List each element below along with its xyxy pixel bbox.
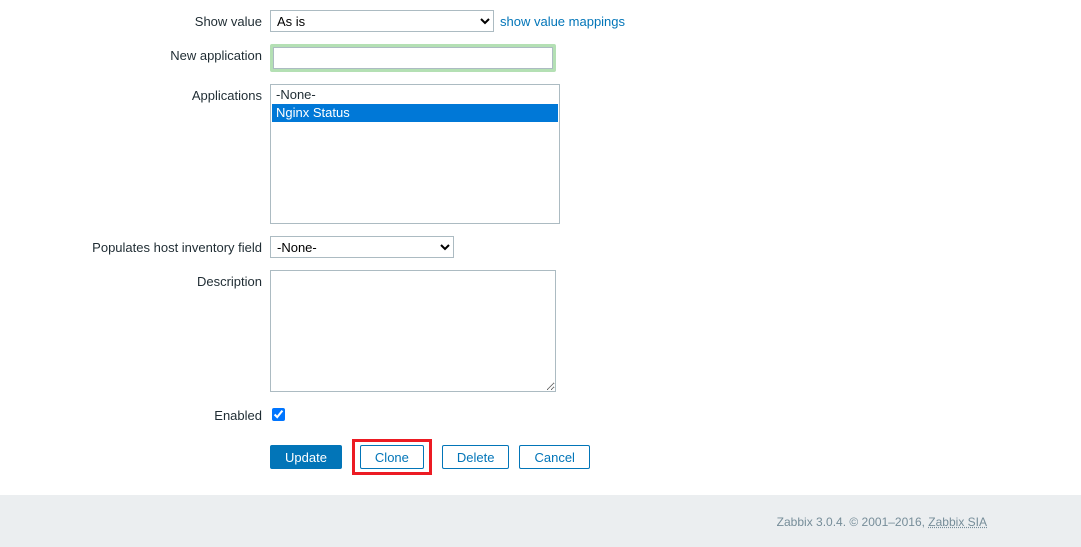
- populates-inventory-select[interactable]: -None-: [270, 236, 454, 258]
- button-row: Update Clone Delete Cancel: [270, 435, 1081, 475]
- row-description: Description: [0, 270, 1081, 392]
- label-description: Description: [0, 270, 270, 289]
- row-applications: Applications -None- Nginx Status: [0, 84, 1081, 224]
- row-enabled: Enabled: [0, 404, 1081, 423]
- description-textarea[interactable]: [270, 270, 556, 392]
- footer: Zabbix 3.0.4. © 2001–2016, Zabbix SIA: [0, 495, 1081, 547]
- form-area: Show value As is show value mappings New…: [0, 0, 1081, 495]
- label-applications: Applications: [0, 84, 270, 103]
- cancel-button[interactable]: Cancel: [519, 445, 589, 469]
- clone-highlight: Clone: [352, 439, 432, 475]
- label-new-application: New application: [0, 44, 270, 63]
- footer-link[interactable]: Zabbix SIA: [928, 515, 987, 529]
- label-populates-inventory: Populates host inventory field: [0, 236, 270, 255]
- list-item[interactable]: -None-: [272, 86, 558, 104]
- clone-button[interactable]: Clone: [360, 445, 424, 469]
- row-show-value: Show value As is show value mappings: [0, 10, 1081, 32]
- row-new-application: New application: [0, 44, 1081, 72]
- show-value-select[interactable]: As is: [270, 10, 494, 32]
- label-show-value: Show value: [0, 10, 270, 29]
- show-value-mappings-link[interactable]: show value mappings: [500, 14, 625, 29]
- new-application-input[interactable]: [273, 47, 553, 69]
- new-application-highlight: [270, 44, 556, 72]
- applications-listbox[interactable]: -None- Nginx Status: [270, 84, 560, 224]
- row-populates-inventory: Populates host inventory field -None-: [0, 236, 1081, 258]
- list-item[interactable]: Nginx Status: [272, 104, 558, 122]
- delete-button[interactable]: Delete: [442, 445, 510, 469]
- update-button[interactable]: Update: [270, 445, 342, 469]
- label-enabled: Enabled: [0, 404, 270, 423]
- footer-text: Zabbix 3.0.4. © 2001–2016,: [777, 515, 929, 529]
- enabled-checkbox[interactable]: [272, 408, 285, 421]
